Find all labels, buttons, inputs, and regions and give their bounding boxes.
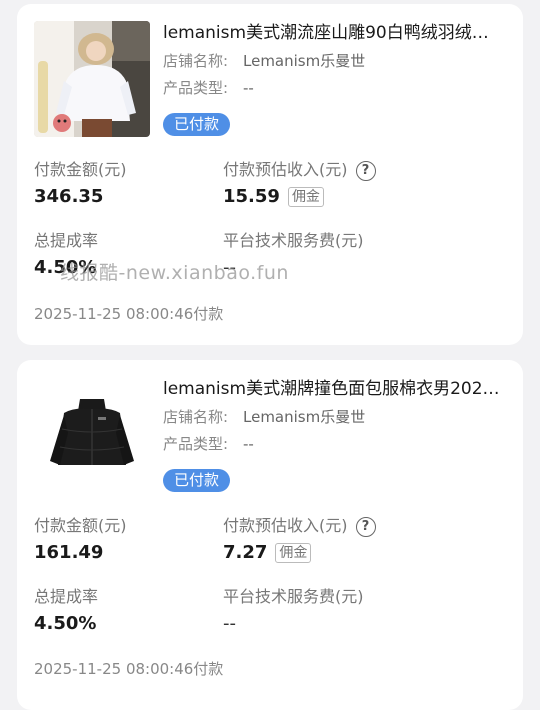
product-type-label: 产品类型: [163, 79, 229, 97]
product-type-value: -- [243, 79, 254, 97]
order-card[interactable]: lemanism美式潮牌撞色面包服棉衣男2025... 店铺名称: Lemanis… [17, 360, 523, 710]
product-type-label: 产品类型: [163, 435, 229, 453]
payment-timestamp: 2025-11-25 08:00:46付款 [34, 305, 224, 323]
shop-name-value: Lemanism乐曼世 [243, 408, 366, 426]
rate-value: 4.50% [34, 257, 97, 278]
service-fee-value: -- [223, 257, 236, 278]
help-icon[interactable]: ? [355, 516, 376, 537]
pay-amount-block: 付款金额(元) 346.35 [34, 159, 127, 209]
est-income-label-row: 付款预估收入(元)? [223, 515, 376, 537]
order-card[interactable]: lemanism美式潮流座山雕90白鸭绒羽绒服... 店铺名称: Lemanism… [17, 4, 523, 345]
product-type-row: 产品类型: -- [163, 77, 254, 99]
est-income-value: 15.59 [223, 186, 280, 207]
product-title[interactable]: lemanism美式潮牌撞色面包服棉衣男2025... [163, 377, 503, 401]
est-income-label: 付款预估收入(元) [223, 160, 348, 179]
status-badge: 已付款 [163, 113, 231, 136]
help-icon[interactable]: ? [355, 160, 376, 181]
product-image[interactable] [34, 377, 150, 493]
shop-name-label: 店铺名称: [163, 52, 229, 70]
shop-name-row: 店铺名称: Lemanism乐曼世 [163, 50, 365, 72]
commission-tag: 佣金 [287, 187, 324, 207]
est-income-value-row: 7.27 佣金 [223, 541, 376, 565]
commission-tag: 佣金 [275, 543, 312, 563]
est-income-value-row: 15.59 佣金 [223, 185, 376, 209]
pay-amount-label: 付款金额(元) [34, 160, 127, 179]
rate-block: 总提成率 4.50% [34, 586, 98, 636]
black-puffer-jacket-photo-icon [34, 377, 150, 493]
payment-timestamp: 2025-11-25 08:00:46付款 [34, 660, 224, 678]
est-income-block: 付款预估收入(元)? 7.27 佣金 [223, 515, 376, 565]
pay-amount-block: 付款金额(元) 161.49 [34, 515, 127, 565]
product-title[interactable]: lemanism美式潮流座山雕90白鸭绒羽绒服... [163, 21, 503, 45]
rate-label: 总提成率 [34, 231, 99, 250]
est-income-label-row: 付款预估收入(元)? [223, 159, 376, 181]
product-type-value: -- [243, 435, 254, 453]
service-fee-block: 平台技术服务费(元) -- [223, 230, 364, 280]
pay-amount-value: 161.49 [34, 542, 104, 563]
est-income-label: 付款预估收入(元) [223, 516, 348, 535]
shop-name-value: Lemanism乐曼世 [243, 52, 366, 70]
product-image[interactable] [34, 21, 150, 137]
rate-block: 总提成率 4.50% [34, 230, 98, 280]
pay-amount-label: 付款金额(元) [34, 516, 127, 535]
service-fee-label: 平台技术服务费(元) [223, 587, 364, 606]
service-fee-block: 平台技术服务费(元) -- [223, 586, 364, 636]
status-badge: 已付款 [163, 469, 231, 492]
est-income-block: 付款预估收入(元)? 15.59 佣金 [223, 159, 376, 209]
service-fee-label: 平台技术服务费(元) [223, 231, 364, 250]
service-fee-value: -- [223, 613, 236, 634]
pay-amount-value: 346.35 [34, 186, 104, 207]
white-down-jacket-photo-icon [34, 21, 150, 137]
product-type-row: 产品类型: -- [163, 433, 254, 455]
shop-name-label: 店铺名称: [163, 408, 229, 426]
shop-name-row: 店铺名称: Lemanism乐曼世 [163, 406, 365, 428]
est-income-value: 7.27 [223, 542, 268, 563]
rate-label: 总提成率 [34, 587, 99, 606]
rate-value: 4.50% [34, 613, 97, 634]
